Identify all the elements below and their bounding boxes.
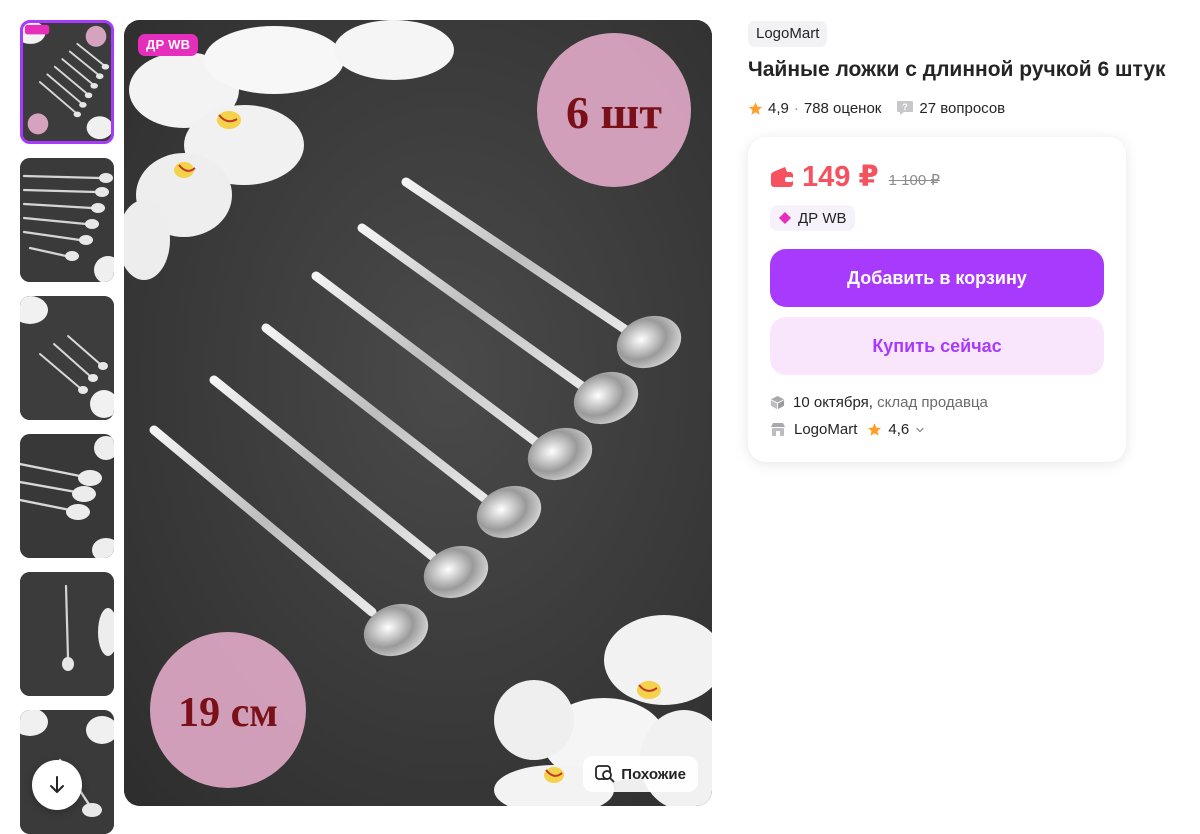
main-product-image[interactable]: 6 шт 19 см ДР WB Похожие xyxy=(124,20,712,806)
star-icon xyxy=(868,423,882,436)
search-image-icon xyxy=(595,765,615,783)
delivery-info: 10 октября, склад продавца xyxy=(770,394,988,411)
questions-link[interactable]: 27 вопросов xyxy=(919,100,1005,117)
product-photo: 6 шт 19 см xyxy=(124,20,712,806)
separator-dot: · xyxy=(793,99,799,117)
box-icon xyxy=(770,395,785,410)
thumbnail-5-image xyxy=(20,572,114,696)
delivery-source: склад продавца xyxy=(877,394,988,411)
reviews-link[interactable]: 788 оценок xyxy=(804,100,882,117)
arrow-down-icon xyxy=(50,776,64,793)
scroll-thumbnails-down-button[interactable] xyxy=(32,760,82,810)
promo-diamond-icon xyxy=(779,212,791,224)
rating-summary: 4,9 · 788 оценок ? 27 вопросов xyxy=(748,98,1005,118)
seller-name: LogoMart xyxy=(794,421,858,438)
quantity-label: 6 шт xyxy=(566,87,662,138)
similar-products-label: Похожие xyxy=(621,765,686,783)
seller-info[interactable]: LogoMart 4,6 xyxy=(770,421,925,438)
seller-rating: 4,6 xyxy=(888,421,910,438)
thumbnail-4[interactable] xyxy=(20,434,114,558)
wallet-icon xyxy=(771,166,793,187)
star-icon xyxy=(748,101,763,115)
thumbnail-1-image xyxy=(23,23,111,141)
promo-chip[interactable]: ДР WB xyxy=(770,205,855,231)
thumbnail-2[interactable] xyxy=(20,158,114,282)
thumbnail-4-image xyxy=(20,434,114,558)
size-label: 19 см xyxy=(178,690,278,736)
svg-text:?: ? xyxy=(903,102,909,112)
buy-now-button[interactable]: Купить сейчас xyxy=(770,317,1104,375)
shop-icon xyxy=(771,423,785,436)
product-title: Чайные ложки с длинной ручкой 6 штук xyxy=(748,58,1166,81)
similar-products-button[interactable]: Похожие xyxy=(583,756,698,792)
thumbnail-1[interactable] xyxy=(20,20,114,144)
buy-box: 149 ₽ 1 100 ₽ ДР WB Добавить в корзину К… xyxy=(748,137,1126,462)
promo-badge: ДР WB xyxy=(138,34,199,56)
add-to-cart-button[interactable]: Добавить в корзину xyxy=(770,249,1104,307)
thumbnail-3[interactable] xyxy=(20,296,114,420)
thumbnail-2-image xyxy=(20,158,114,282)
current-price: 149 ₽ xyxy=(802,161,879,193)
delivery-date: 10 октября, xyxy=(793,394,873,411)
question-icon: ? xyxy=(897,101,914,115)
brand-link[interactable]: LogoMart xyxy=(748,21,828,47)
promo-chip-label: ДР WB xyxy=(798,209,847,227)
old-price: 1 100 ₽ xyxy=(888,171,940,189)
price-row: 149 ₽ 1 100 ₽ xyxy=(770,159,940,194)
chevron-down-icon xyxy=(916,427,924,432)
thumbnail-5[interactable] xyxy=(20,572,114,696)
rating-value: 4,9 xyxy=(768,99,789,117)
thumbnail-3-image xyxy=(20,296,114,420)
